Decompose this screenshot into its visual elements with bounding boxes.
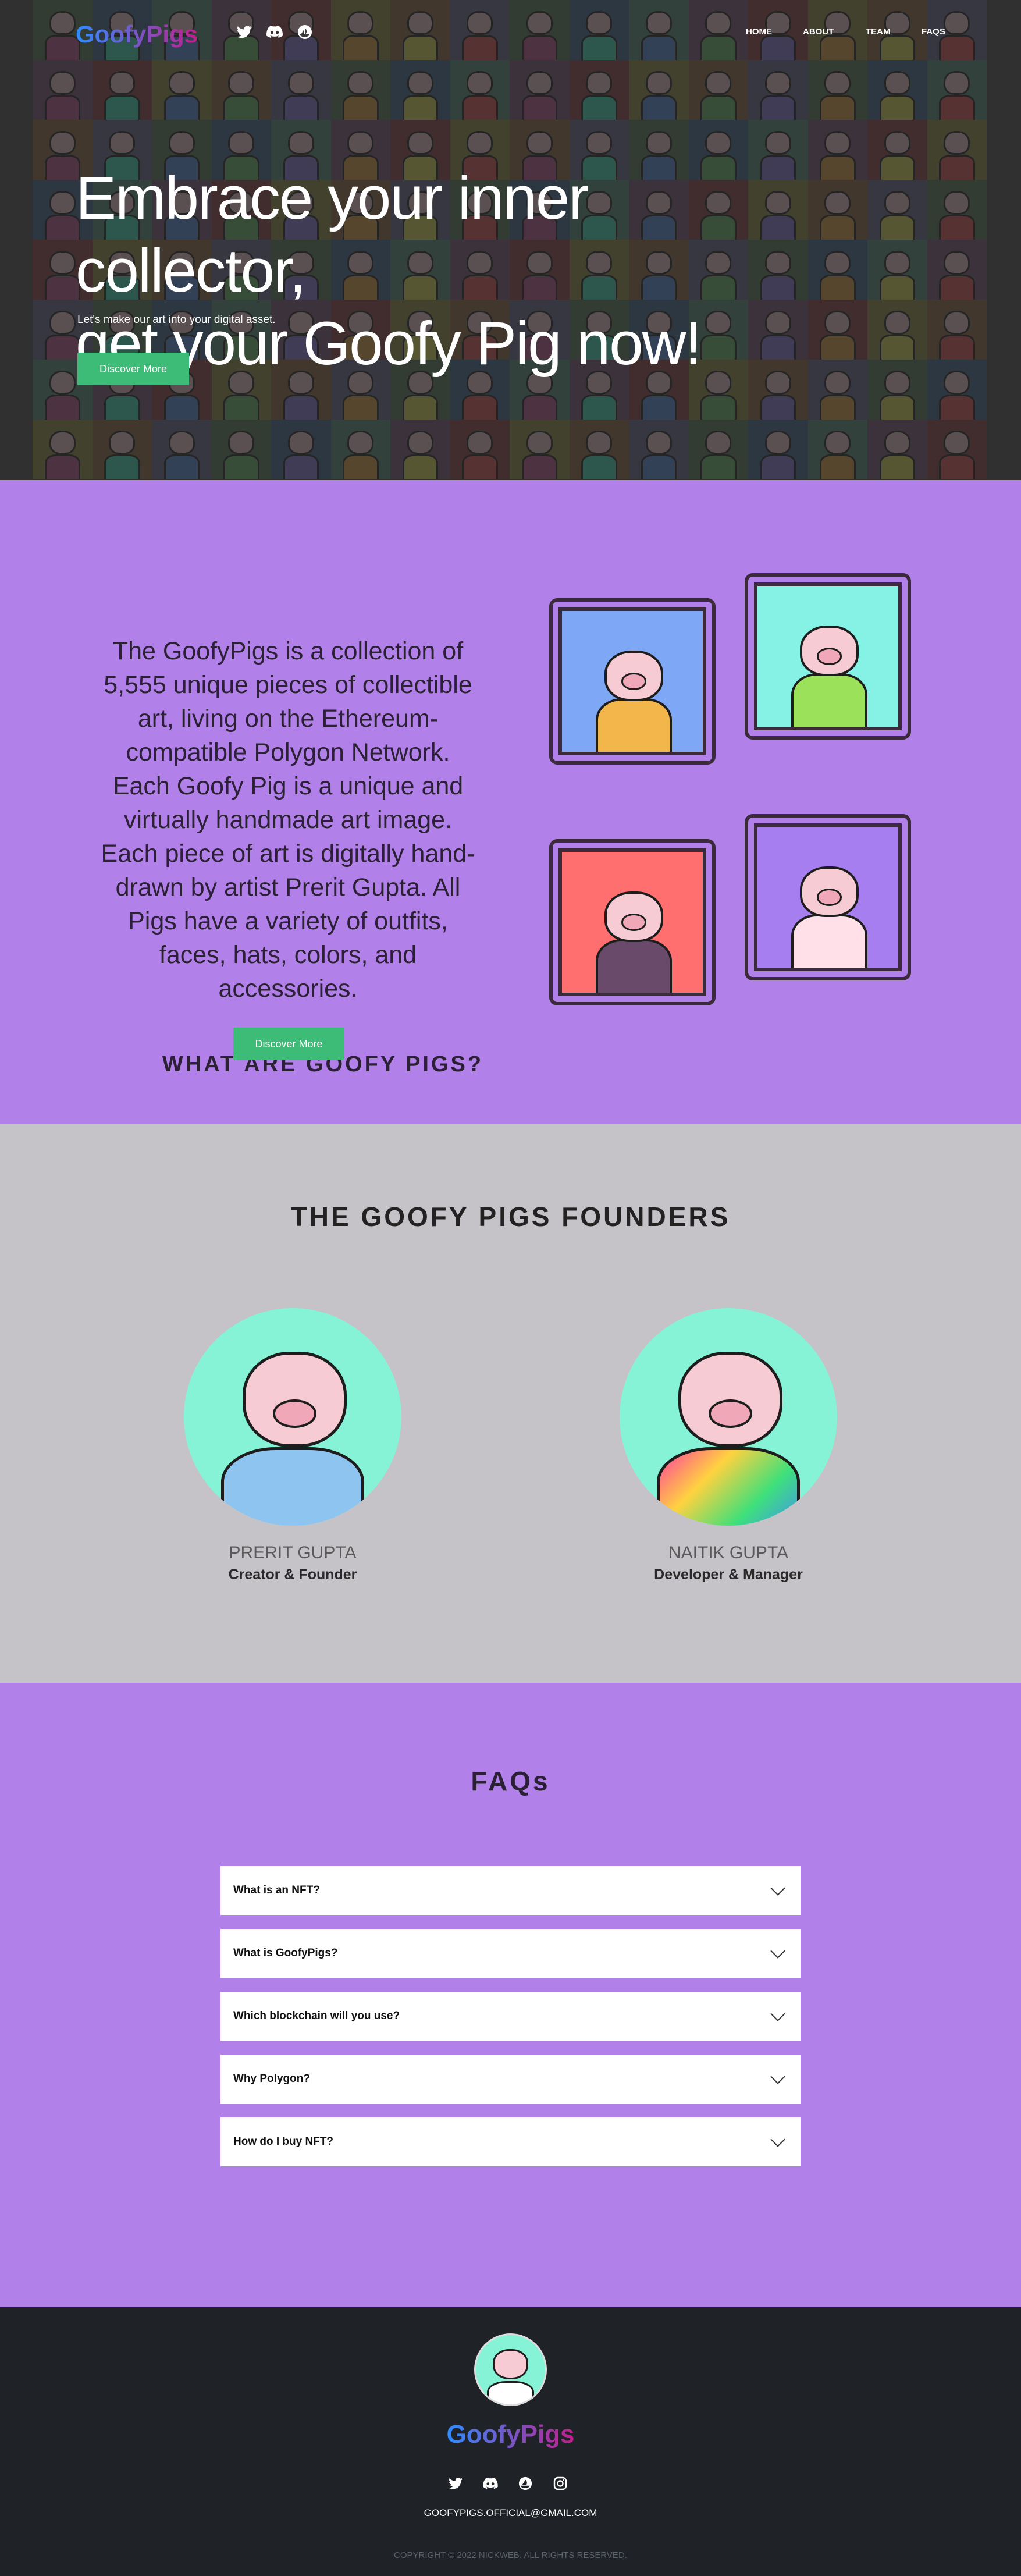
hero-subtitle: Let's make our art into your digital ass… [77, 314, 276, 326]
pig-snout [621, 673, 647, 690]
about-section: WHAT ARE GOOFY PIGS? The GoofyPigs is a … [0, 480, 1021, 1124]
faq-item[interactable]: Which blockchain will you use? [220, 1992, 801, 2041]
pig-body [596, 698, 672, 752]
footer-logo[interactable]: GoofyPigs [0, 2420, 1021, 2449]
avatar-head [492, 2348, 529, 2380]
nav-link-team[interactable]: TEAM [866, 27, 922, 37]
nav-link-home[interactable]: HOME [746, 27, 803, 37]
nft-image-1 [558, 607, 706, 755]
founder-card-2: NAITIK GUPTA Developer & Manager [618, 1308, 839, 1583]
nft-image-3 [558, 848, 706, 996]
founder-name-2: NAITIK GUPTA [668, 1543, 789, 1562]
footer: GoofyPigs GOOFYPIGS.OFFICIAL@GMAIL.COM C… [0, 2307, 1021, 2576]
founder-card-1: PRERIT GUPTA Creator & Founder [182, 1308, 403, 1583]
twitter-icon[interactable] [236, 23, 253, 41]
faq-item[interactable]: How do I buy NFT? [220, 2117, 801, 2166]
about-discover-button[interactable]: Discover More [233, 1028, 344, 1060]
faq-item[interactable]: Why Polygon? [220, 2055, 801, 2104]
faq-question: How do I buy NFT? [233, 2136, 334, 2148]
faq-question: Which blockchain will you use? [233, 2010, 400, 2022]
founder-role-1: Creator & Founder [228, 1566, 357, 1583]
avatar-snout [273, 1399, 317, 1428]
nft-frame-4 [745, 814, 911, 980]
nft-image-2 [754, 582, 902, 730]
founder-name-1: PRERIT GUPTA [229, 1543, 357, 1562]
faq-list: What is an NFT? What is GoofyPigs? Which… [220, 1866, 801, 2180]
avatar-body [656, 1447, 801, 1526]
faq-section: FAQs What is an NFT? What is GoofyPigs? … [0, 1683, 1021, 2307]
footer-copyright: COPYRIGHT © 2022 NICKWEB. ALL RIGHTS RES… [394, 2550, 627, 2560]
nft-image-4 [754, 823, 902, 971]
nft-frame-2 [745, 573, 911, 740]
avatar-snout [709, 1399, 753, 1428]
nav-socials [236, 23, 314, 41]
founder-avatar-2 [620, 1308, 837, 1526]
avatar-body [487, 2380, 534, 2404]
nav-link-about[interactable]: ABOUT [803, 27, 866, 37]
nft-frame-3 [549, 839, 716, 1005]
nft-frame-1 [549, 598, 716, 765]
founder-role-2: Developer & Manager [654, 1566, 803, 1583]
footer-avatar [474, 2333, 547, 2406]
opensea-icon[interactable] [517, 2475, 534, 2492]
discord-icon[interactable] [266, 23, 283, 41]
pig-body [791, 914, 867, 968]
opensea-icon[interactable] [296, 23, 314, 41]
hero-title-line-1: Embrace your inner collector, [76, 164, 589, 305]
faq-question: What is GoofyPigs? [233, 1947, 338, 1959]
pig-body [791, 673, 867, 727]
hero-discover-button[interactable]: Discover More [77, 353, 189, 385]
footer-email-link[interactable]: GOOFYPIGS.OFFICIAL@GMAIL.COM [0, 2507, 1021, 2519]
pig-snout [816, 889, 842, 906]
brand-logo[interactable]: GoofyPigs [76, 20, 198, 48]
hero-title: Embrace your inner collector, get your G… [76, 162, 832, 380]
footer-logo-text[interactable]: GoofyPigs [446, 2420, 574, 2449]
founder-avatar-1 [184, 1308, 401, 1526]
pig-snout [621, 914, 647, 931]
faq-item[interactable]: What is an NFT? [220, 1866, 801, 1915]
nav-link-faqs[interactable]: FAQS [922, 27, 956, 37]
footer-socials [447, 2475, 569, 2492]
faq-question: Why Polygon? [233, 2073, 310, 2085]
pig-snout [816, 648, 842, 665]
faq-question: What is an NFT? [233, 1884, 320, 1896]
chevron-down-icon[interactable] [770, 2132, 785, 2147]
chevron-down-icon[interactable] [770, 1881, 785, 1896]
founders-title: THE GOOFY PIGS FOUNDERS [290, 1202, 731, 1232]
about-text: The GoofyPigs is a collection of 5,555 u… [101, 637, 475, 1003]
pig-body [596, 939, 672, 993]
chevron-down-icon[interactable] [770, 2069, 785, 2084]
chevron-down-icon[interactable] [770, 1943, 785, 1959]
nav-links: HOME ABOUT TEAM FAQS [746, 27, 956, 37]
faq-title: FAQs [471, 1766, 550, 1796]
faq-item[interactable]: What is GoofyPigs? [220, 1929, 801, 1978]
instagram-icon[interactable] [552, 2475, 569, 2492]
founders-section: THE GOOFY PIGS FOUNDERS PRERIT GUPTA Cre… [0, 1124, 1021, 1683]
chevron-down-icon[interactable] [770, 2006, 785, 2021]
twitter-icon[interactable] [447, 2475, 464, 2492]
avatar-body [220, 1447, 365, 1526]
hero-section: GoofyPigs HOME ABOUT TEAM FAQS Embrace y… [0, 0, 1021, 480]
discord-icon[interactable] [482, 2475, 499, 2492]
top-navbar: GoofyPigs HOME ABOUT TEAM FAQS [0, 0, 1021, 67]
